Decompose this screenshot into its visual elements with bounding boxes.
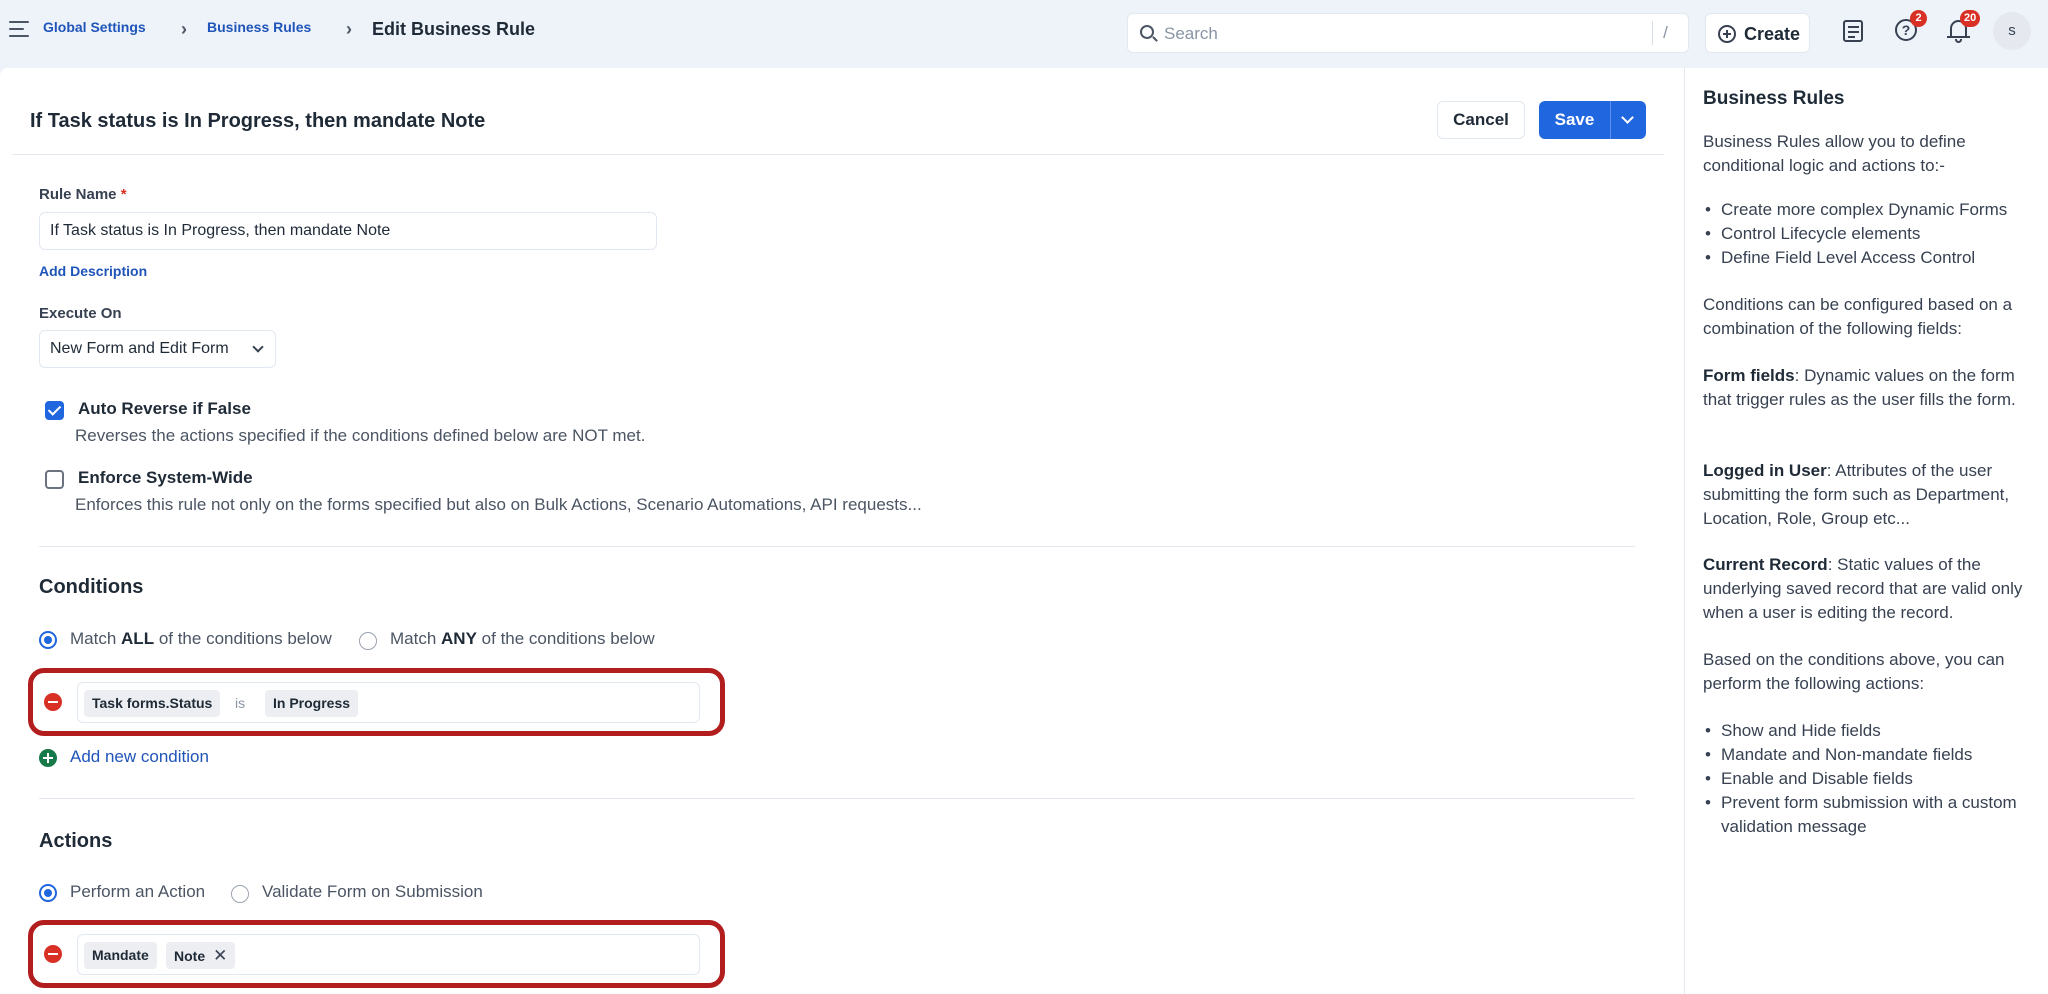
search-placeholder: Search	[1164, 24, 1218, 43]
help-panel: Business Rules Business Rules allow you …	[1684, 68, 2048, 994]
cancel-button[interactable]: Cancel	[1437, 101, 1525, 139]
enforce-system-wide-checkbox[interactable]	[45, 470, 64, 489]
list-item: Prevent form submission with a custom va…	[1703, 791, 2033, 839]
add-condition-icon[interactable]	[39, 749, 57, 767]
menu-icon[interactable]	[9, 21, 29, 39]
search-input[interactable]: Search /	[1127, 13, 1689, 53]
execute-on-value: New Form and Edit Form	[50, 340, 229, 357]
page-title: If Task status is In Progress, then mand…	[30, 110, 486, 132]
match-all-label: Match ALL of the conditions below	[70, 629, 332, 648]
list-item: Mandate and Non-mandate fields	[1703, 743, 2033, 767]
list-item: Enable and Disable fields	[1703, 767, 2033, 791]
rule-name-label: Rule Name *	[39, 186, 127, 203]
help-badge: 2	[1910, 10, 1927, 27]
top-bar: Global Settings › Business Rules › Edit …	[0, 0, 2048, 64]
match-all-radio[interactable]	[39, 631, 57, 649]
create-button[interactable]: Create	[1705, 13, 1810, 53]
auto-reverse-checkbox[interactable]	[45, 401, 64, 420]
perform-action-radio[interactable]	[39, 884, 57, 902]
approvals-list-icon[interactable]	[1841, 18, 1867, 44]
actions-title: Actions	[39, 830, 113, 852]
help-current-record: Current Record: Static values of the und…	[1703, 555, 2023, 622]
condition-value-chip[interactable]: In Progress	[265, 690, 359, 717]
chevron-right-icon: ›	[181, 19, 187, 39]
execute-on-select[interactable]: New Form and Edit Form	[39, 330, 276, 368]
list-item: Define Field Level Access Control	[1703, 246, 2033, 270]
match-any-label: Match ANY of the conditions below	[390, 629, 655, 648]
help-title: Business Rules	[1703, 88, 1845, 109]
condition-operator[interactable]: is	[235, 695, 245, 711]
list-item: Create more complex Dynamic Forms	[1703, 198, 2033, 222]
enforce-system-wide-description: Enforces this rule not only on the forms…	[75, 495, 922, 514]
list-item: Show and Hide fields	[1703, 719, 2033, 743]
remove-action-icon[interactable]	[44, 945, 62, 963]
action-builder[interactable]: Mandate Note ✕	[77, 934, 700, 975]
action-type-chip[interactable]: Mandate	[84, 942, 157, 969]
help-logged-user: Logged in User: Attributes of the user s…	[1703, 461, 2010, 528]
help-actions-list: Show and Hide fields Mandate and Non-man…	[1703, 719, 2033, 839]
save-button-group: Save	[1539, 101, 1646, 139]
match-any-radio[interactable]	[359, 632, 377, 650]
rule-editor: If Task status is In Progress, then mand…	[0, 68, 1684, 994]
execute-on-label: Execute On	[39, 305, 122, 322]
chevron-down-icon	[252, 341, 264, 353]
remove-condition-icon[interactable]	[44, 693, 62, 711]
divider	[39, 798, 1635, 799]
add-new-condition-link[interactable]: Add new condition	[70, 747, 209, 767]
divider	[39, 546, 1635, 547]
condition-field-chip[interactable]: Task forms.Status	[84, 690, 221, 717]
help-uses-list: Create more complex Dynamic Forms Contro…	[1703, 198, 2033, 270]
auto-reverse-title: Auto Reverse if False	[78, 399, 251, 418]
action-field-chip[interactable]: Note ✕	[166, 942, 236, 969]
conditions-title: Conditions	[39, 576, 144, 598]
condition-row: Task forms.Status is In Progress	[28, 668, 725, 736]
avatar[interactable]: s	[1993, 12, 2031, 50]
list-item: Control Lifecycle elements	[1703, 222, 2033, 246]
search-icon	[1140, 25, 1154, 39]
breadcrumb-business-rules[interactable]: Business Rules	[207, 19, 311, 35]
chevron-right-icon: ›	[346, 19, 352, 39]
help-intro: Business Rules allow you to define condi…	[1703, 132, 1966, 175]
add-description-link[interactable]: Add Description	[39, 263, 147, 279]
condition-builder[interactable]: Task forms.Status is In Progress	[77, 682, 700, 723]
enforce-system-wide-title: Enforce System-Wide	[78, 468, 253, 487]
rule-name-field[interactable]	[39, 212, 657, 250]
chevron-down-icon[interactable]	[1621, 111, 1634, 124]
action-row: Mandate Note ✕	[28, 920, 725, 988]
help-conditions-intro: Conditions can be configured based on a …	[1703, 295, 2013, 338]
save-button[interactable]: Save	[1539, 101, 1610, 139]
divider	[12, 154, 1664, 155]
auto-reverse-description: Reverses the actions specified if the co…	[75, 426, 646, 445]
plus-circle-icon	[1718, 25, 1736, 43]
create-label: Create	[1744, 24, 1801, 44]
search-shortcut: /	[1652, 21, 1678, 45]
help-form-fields: Form fields: Dynamic values on the form …	[1703, 366, 2016, 409]
breadcrumb-current: Edit Business Rule	[372, 19, 536, 39]
perform-action-label: Perform an Action	[70, 882, 206, 901]
help-actions-intro: Based on the conditions above, you can p…	[1703, 650, 2005, 693]
close-icon[interactable]: ✕	[213, 942, 227, 969]
breadcrumb-global-settings[interactable]: Global Settings	[43, 19, 146, 35]
validate-form-label: Validate Form on Submission	[262, 882, 483, 901]
notifications-badge: 20	[1960, 10, 1981, 27]
validate-form-radio[interactable]	[231, 885, 249, 903]
